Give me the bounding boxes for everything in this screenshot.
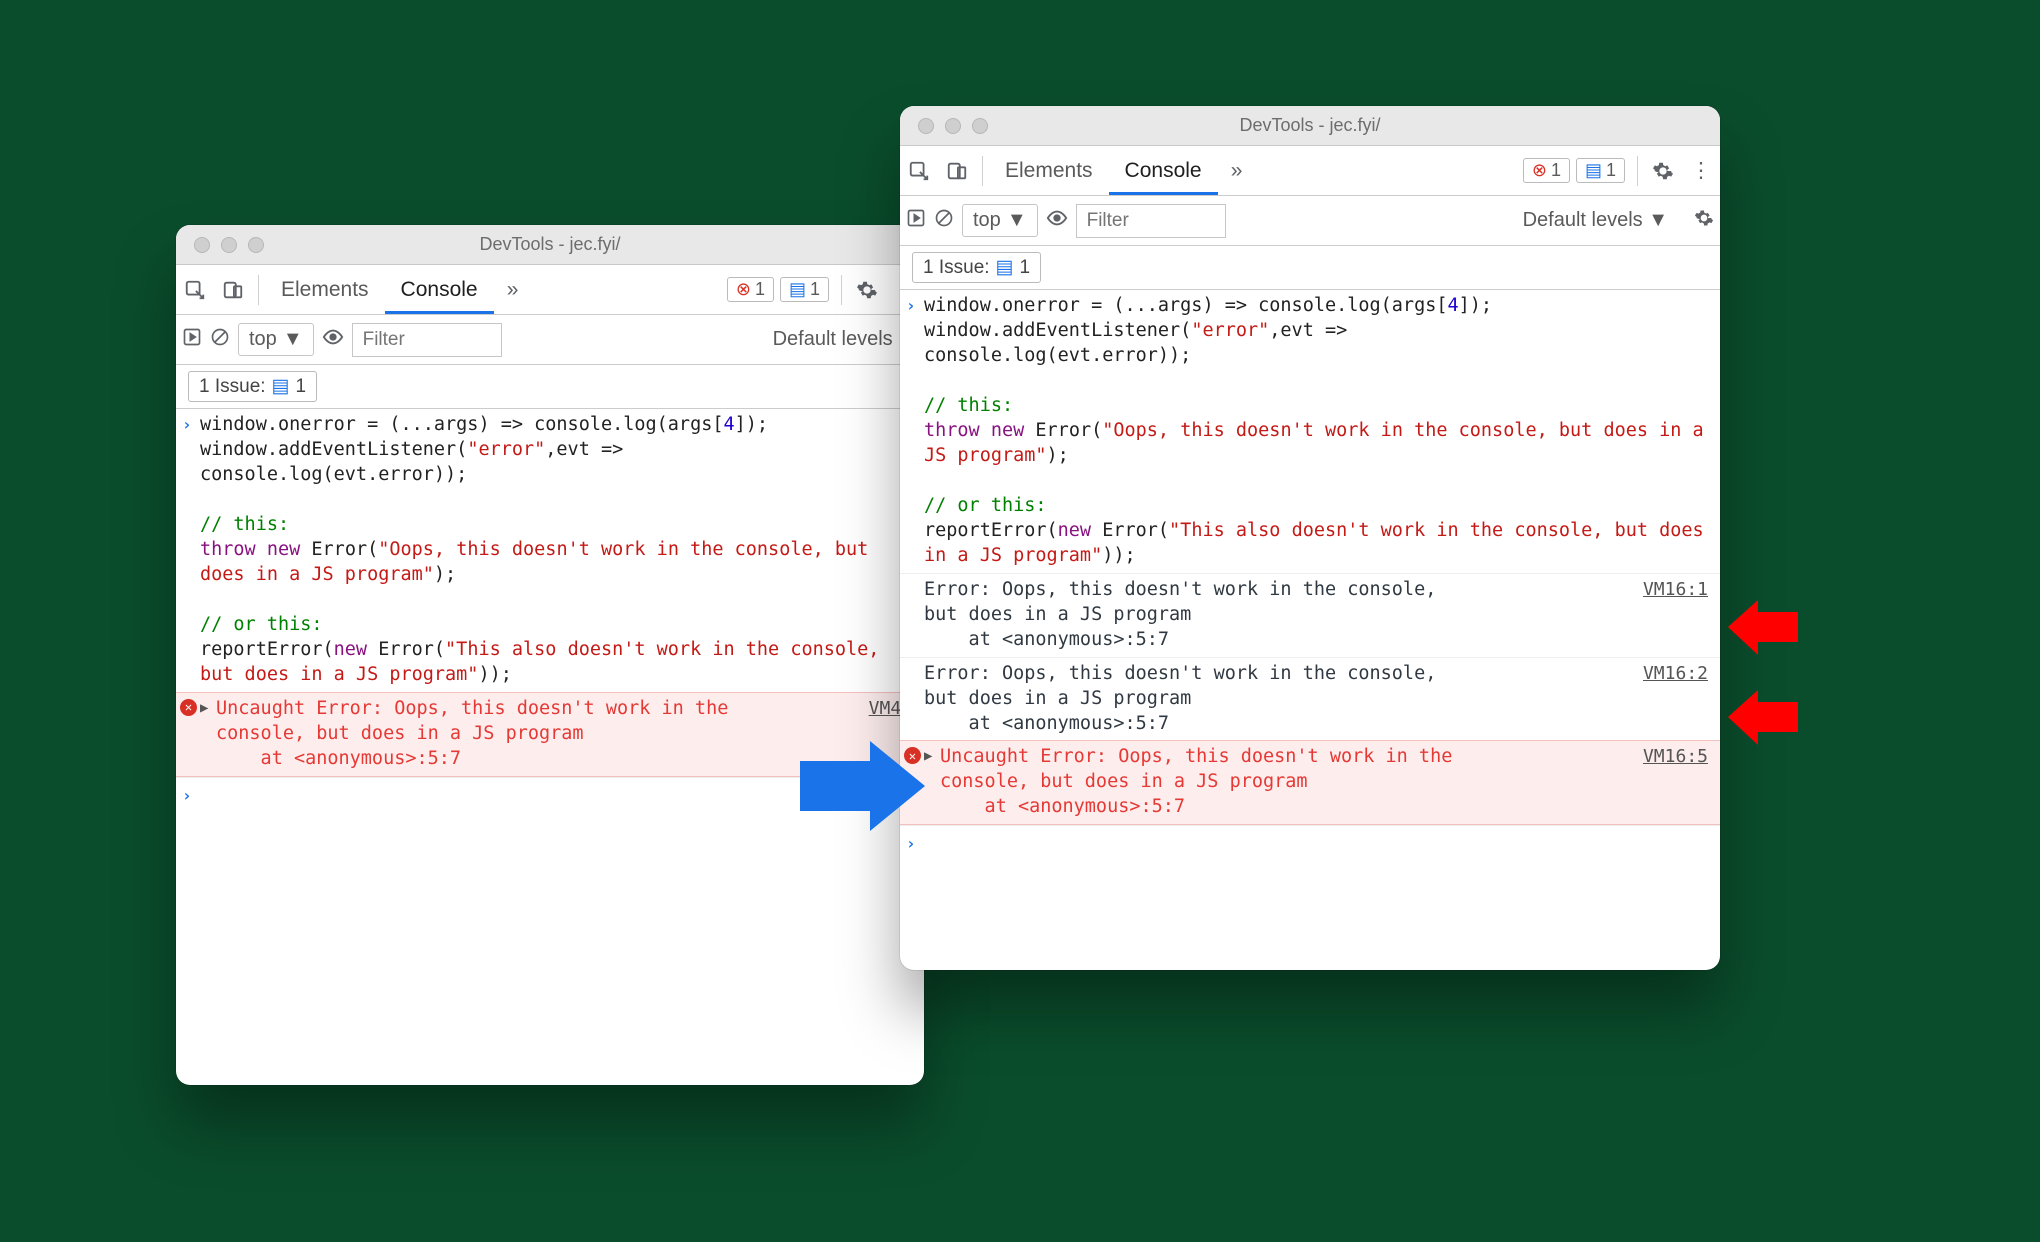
message-icon: ▤ bbox=[789, 279, 806, 300]
inspect-element-icon[interactable] bbox=[176, 271, 214, 309]
console-toolbar: top ▼ Default levels ▼ bbox=[900, 196, 1720, 246]
more-tabs-icon[interactable]: » bbox=[1218, 152, 1256, 190]
message-icon: ▤ bbox=[272, 375, 290, 398]
devtools-window-before: DevTools - jec.fyi/ Elements Console » ⊗… bbox=[176, 225, 924, 1085]
close-dot[interactable] bbox=[918, 118, 934, 134]
window-titlebar[interactable]: DevTools - jec.fyi/ bbox=[176, 225, 924, 265]
play-icon[interactable] bbox=[182, 327, 202, 353]
device-toggle-icon[interactable] bbox=[938, 152, 976, 190]
log-levels-selector[interactable]: Default levels ▼ bbox=[773, 328, 918, 351]
context-selector[interactable]: top ▼ bbox=[962, 204, 1038, 237]
error-icon: ✕ bbox=[180, 699, 197, 716]
source-link[interactable]: VM16:5 bbox=[1643, 745, 1708, 769]
error-message: Uncaught Error: Oops, this doesn't work … bbox=[924, 745, 1708, 820]
annotation-arrow-right-icon bbox=[800, 736, 930, 836]
gear-icon[interactable] bbox=[848, 271, 886, 309]
kebab-menu-icon[interactable]: ⋮ bbox=[1682, 152, 1720, 190]
console-output: › window.onerror = (...args) => console.… bbox=[900, 290, 1720, 970]
window-title: DevTools - jec.fyi/ bbox=[900, 115, 1720, 136]
tab-console[interactable]: Console bbox=[385, 265, 494, 314]
console-prompt[interactable]: › bbox=[900, 825, 1720, 838]
log-message: Error: Oops, this doesn't work in the co… bbox=[924, 578, 1708, 653]
log-message: Error: Oops, this doesn't work in the co… bbox=[924, 662, 1708, 737]
live-expression-icon[interactable] bbox=[1046, 207, 1068, 235]
tab-elements[interactable]: Elements bbox=[265, 265, 385, 314]
source-link[interactable]: VM16:2 bbox=[1643, 662, 1708, 686]
log-levels-selector[interactable]: Default levels ▼ bbox=[1523, 209, 1668, 232]
chevron-down-icon: ▼ bbox=[283, 328, 303, 351]
chevron-right-icon: › bbox=[906, 833, 916, 855]
issues-bar: 1 Issue: ▤ 1 bbox=[900, 246, 1720, 290]
minimize-dot[interactable] bbox=[221, 237, 237, 253]
message-icon: ▤ bbox=[1585, 160, 1602, 181]
separator bbox=[982, 156, 983, 186]
minimize-dot[interactable] bbox=[945, 118, 961, 134]
window-titlebar[interactable]: DevTools - jec.fyi/ bbox=[900, 106, 1720, 146]
traffic-lights[interactable] bbox=[900, 118, 988, 134]
more-tabs-icon[interactable]: » bbox=[494, 271, 532, 309]
separator bbox=[1637, 156, 1638, 186]
messages-badge[interactable]: ▤1 bbox=[1576, 158, 1625, 183]
devtools-tabbar: Elements Console » ⊗1 ▤1 ⋮ bbox=[176, 265, 924, 315]
filter-input[interactable] bbox=[352, 323, 502, 357]
console-log-entry[interactable]: VM16:1 Error: Oops, this doesn't work in… bbox=[900, 573, 1720, 657]
error-icon: ⊗ bbox=[1532, 160, 1547, 181]
code-block: window.onerror = (...args) => console.lo… bbox=[924, 294, 1708, 569]
devtools-tabbar: Elements Console » ⊗1 ▤1 ⋮ bbox=[900, 146, 1720, 196]
play-icon[interactable] bbox=[906, 208, 926, 234]
source-link[interactable]: VM16:1 bbox=[1643, 578, 1708, 602]
messages-badge[interactable]: ▤1 bbox=[780, 277, 829, 302]
filter-input[interactable] bbox=[1076, 204, 1226, 238]
console-toolbar: top ▼ Default levels ▼ bbox=[176, 315, 924, 365]
code-block: window.onerror = (...args) => console.lo… bbox=[200, 413, 912, 688]
chevron-right-icon: › bbox=[906, 295, 916, 317]
device-toggle-icon[interactable] bbox=[214, 271, 252, 309]
console-log-entry[interactable]: VM16:2 Error: Oops, this doesn't work in… bbox=[900, 657, 1720, 741]
traffic-lights[interactable] bbox=[176, 237, 264, 253]
console-input-entry[interactable]: › window.onerror = (...args) => console.… bbox=[176, 409, 924, 692]
close-dot[interactable] bbox=[194, 237, 210, 253]
errors-badge[interactable]: ⊗1 bbox=[727, 277, 774, 302]
message-icon: ▤ bbox=[996, 256, 1014, 279]
chevron-down-icon: ▼ bbox=[1007, 209, 1027, 232]
console-settings-icon[interactable] bbox=[1694, 208, 1714, 234]
clear-console-icon[interactable] bbox=[210, 327, 230, 353]
tab-elements[interactable]: Elements bbox=[989, 146, 1109, 195]
zoom-dot[interactable] bbox=[972, 118, 988, 134]
error-icon: ⊗ bbox=[736, 279, 751, 300]
issues-chip[interactable]: 1 Issue: ▤ 1 bbox=[188, 371, 317, 402]
tab-console[interactable]: Console bbox=[1109, 146, 1218, 195]
separator bbox=[841, 275, 842, 305]
issues-chip[interactable]: 1 Issue: ▤ 1 bbox=[912, 252, 1041, 283]
devtools-window-after: DevTools - jec.fyi/ Elements Console » ⊗… bbox=[900, 106, 1720, 970]
inspect-element-icon[interactable] bbox=[900, 152, 938, 190]
window-title: DevTools - jec.fyi/ bbox=[176, 234, 924, 255]
context-selector[interactable]: top ▼ bbox=[238, 323, 314, 356]
console-error-entry[interactable]: ✕ ▶ VM16:5 Uncaught Error: Oops, this do… bbox=[900, 740, 1720, 825]
disclosure-triangle-icon[interactable]: ▶ bbox=[200, 699, 208, 718]
chevron-right-icon: › bbox=[182, 414, 192, 436]
console-input-entry[interactable]: › window.onerror = (...args) => console.… bbox=[900, 290, 1720, 573]
gear-icon[interactable] bbox=[1644, 152, 1682, 190]
issues-bar: 1 Issue: ▤ 1 bbox=[176, 365, 924, 409]
separator bbox=[258, 275, 259, 305]
annotation-arrow-left-icon bbox=[1728, 600, 1798, 655]
chevron-right-icon: › bbox=[182, 785, 192, 807]
zoom-dot[interactable] bbox=[248, 237, 264, 253]
errors-badge[interactable]: ⊗1 bbox=[1523, 158, 1570, 183]
annotation-arrow-left-icon bbox=[1728, 690, 1798, 745]
live-expression-icon[interactable] bbox=[322, 326, 344, 354]
clear-console-icon[interactable] bbox=[934, 208, 954, 234]
